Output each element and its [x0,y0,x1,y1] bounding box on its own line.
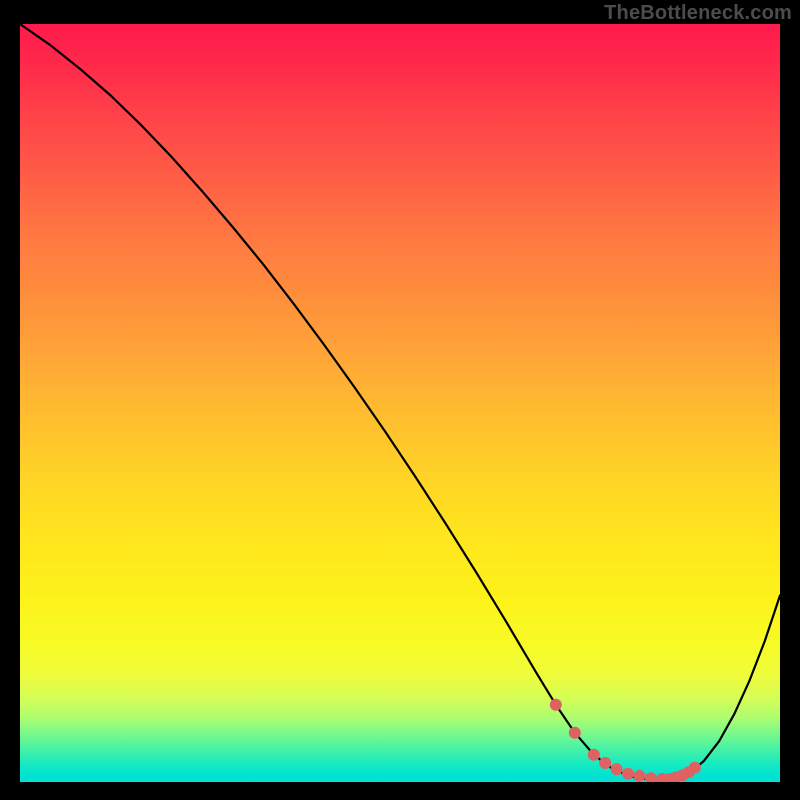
marker-dot [645,772,657,782]
highlight-markers [550,699,701,782]
watermark-label: TheBottleneck.com [604,2,792,25]
marker-dot [633,770,645,782]
marker-dot [611,763,623,775]
marker-dot [588,749,600,761]
marker-dot [550,699,562,711]
chart-container: TheBottleneck.com [0,0,800,800]
marker-dot [599,757,611,769]
bottleneck-curve [20,24,780,780]
plot-area [20,24,780,782]
marker-dot [622,768,634,780]
marker-dot [689,762,701,774]
curve-svg [20,24,780,782]
marker-dot [569,727,581,739]
